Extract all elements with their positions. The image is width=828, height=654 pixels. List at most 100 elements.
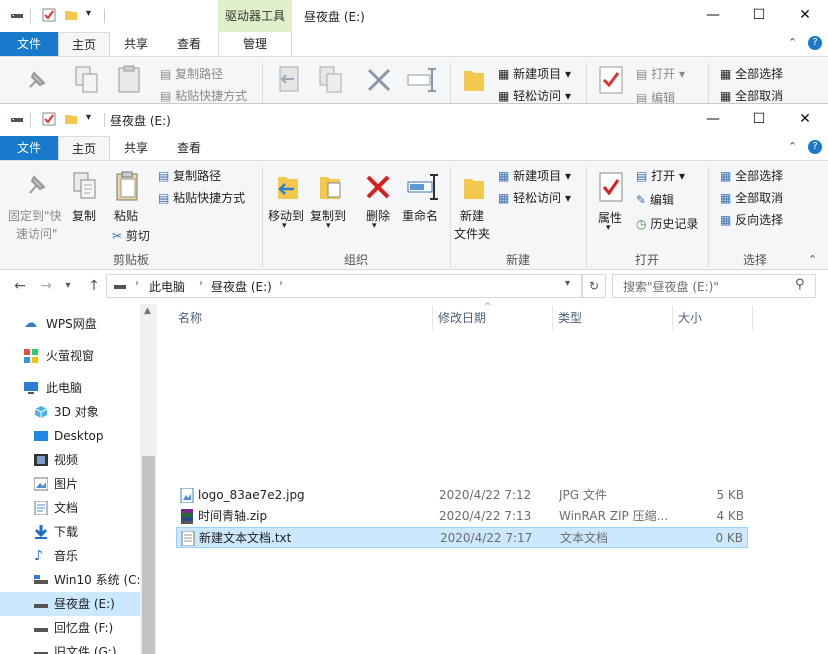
maximize-button[interactable]: ☐ [736,104,782,134]
nav-item-drive-e[interactable]: 昼夜盘 (E:) [0,592,140,616]
tab-view[interactable]: 查看 [162,136,216,160]
collapse-ribbon-icon[interactable]: ⌃ [788,140,797,153]
nav-item-music[interactable]: ♪ 音乐 [0,544,140,568]
app-grid-icon [24,349,38,363]
column-type[interactable]: 类型 [558,306,582,330]
move-to-icon [278,177,298,199]
properties-icon [599,66,623,94]
scroll-up-icon[interactable]: ▲ [144,306,151,316]
ribbon-collapse-chevron-icon[interactable]: ⌃ [808,253,817,266]
column-name[interactable]: 名称 [178,306,202,330]
delete-button[interactable]: 删除 ▾ [360,165,396,241]
edit-icon: ✎ [636,193,647,207]
tab-share[interactable]: 共享 [110,136,162,160]
zip-file-icon [181,509,193,524]
properties-button[interactable]: 属性 ▾ [592,165,630,241]
back-arrow-icon[interactable]: ← [10,272,30,300]
address-history-chevron-icon[interactable]: ▾ [565,278,570,289]
breadcrumb-this-pc[interactable]: 此电脑 [149,278,185,295]
breadcrumb-separator: › [199,278,203,289]
back-minimize-button[interactable]: — [690,0,736,30]
close-button[interactable]: ✕ [782,104,828,134]
back-tab-share[interactable]: 共享 [110,32,162,56]
file-name: 新建文本文档.txt [199,531,292,545]
back-select-all: ▦ 全部选择 [720,67,784,81]
address-bar[interactable]: › 此电脑 › 昼夜盘 (E:) › ▾ [106,274,582,298]
nav-item-pictures[interactable]: 图片 [0,472,140,496]
refresh-button[interactable]: ↻ [582,274,606,298]
nav-item-desktop[interactable]: Desktop [0,424,140,448]
back-help-icon[interactable]: ? [808,36,822,50]
file-row[interactable]: logo_83ae7e2.jpg 2020/4/22 7:12 JPG 文件 5… [176,485,748,506]
nav-item-downloads[interactable]: 下载 [0,520,140,544]
back-close-button[interactable]: ✕ [782,0,828,30]
tab-home[interactable]: 主页 [58,136,110,161]
recent-locations-chevron-icon[interactable]: ▾ [58,272,78,300]
back-tab-home[interactable]: 主页 [58,32,110,57]
paste-shortcut-icon: ▤ [158,191,170,205]
easy-access-icon: ▦ [498,191,510,205]
up-arrow-icon[interactable]: ↑ [84,272,104,300]
nav-item-wps-cloud[interactable]: ☁ WPS网盘 [0,312,140,336]
back-collapse-ribbon-icon[interactable]: ⌃ [788,36,797,49]
search-box[interactable]: 搜索"昼夜盘 (E:)" ⚲ [612,274,816,298]
group-organize-label: 组织 [343,253,368,267]
nav-item-drive-g[interactable]: 旧文件 (G:) [0,640,140,654]
search-icon[interactable]: ⚲ [795,277,805,292]
back-paste-shortcut: ▤ 粘贴快捷方式 [160,89,248,103]
nav-item-huoying[interactable]: 火萤视窗 [0,344,140,368]
drive-icon [114,285,126,289]
new-folder-button[interactable]: 新建 文件夹 [452,165,496,245]
quick-access-dropdown-icon[interactable]: ▾ [86,112,91,123]
nav-item-drive-f[interactable]: 回忆盘 (F:) [0,616,140,640]
back-tab-view[interactable]: 查看 [162,32,216,56]
forward-arrow-icon[interactable]: → [36,272,56,300]
copy-button[interactable]: 复制 [68,165,104,225]
file-row[interactable]: 新建文本文档.txt 2020/4/22 7:17 文本文档 0 KB [176,527,748,548]
new-folder-icon[interactable] [64,8,78,22]
rename-icon [407,174,438,200]
new-folder-icon[interactable] [64,112,78,126]
copy-to-icon [320,177,341,199]
file-size: 0 KB [715,531,743,545]
column-size[interactable]: 大小 [678,306,702,330]
new-item-icon: ▦ [498,169,510,183]
file-list: 名称 修改日期 ^ 类型 大小 [158,302,828,654]
file-row[interactable]: 时间青轴.zip 2020/4/22 7:13 WinRAR ZIP 压缩...… [176,506,748,527]
scrollbar-thumb[interactable] [142,456,155,654]
properties-icon[interactable] [42,112,56,126]
help-icon[interactable]: ? [808,140,822,154]
move-to-icon [279,66,299,92]
rename-button[interactable]: 重命名 [400,165,444,225]
history-icon: ◷ [636,217,647,231]
back-select-none: ▦ 全部取消 [720,89,784,103]
breadcrumb-drive-e[interactable]: 昼夜盘 (E:) [211,278,272,295]
paste-button[interactable]: 粘贴 [108,165,148,225]
move-to-button[interactable]: 移动到 ▾ [266,165,308,241]
new-folder-icon [464,179,484,199]
back-window-title: 昼夜盘 (E:) [304,10,365,24]
back-tab-file[interactable]: 文件 [0,32,58,56]
tab-file[interactable]: 文件 [0,136,58,160]
file-date: 2020/4/22 7:13 [439,509,532,523]
minimize-button[interactable]: — [690,104,736,134]
back-maximize-button[interactable]: ☐ [736,0,782,30]
navigation-pane: ☁ WPS网盘 火萤视窗 此电脑 3D 对象 Desktop 视频 图片 文档 … [0,304,158,654]
nav-item-drive-c[interactable]: Win10 系统 (C:) [0,568,145,592]
nav-item-this-pc[interactable]: 此电脑 [0,376,140,400]
ribbon: 固定到"快 速访问" 复制 粘贴 ▤ 复制路径 ▤ 粘贴快捷方式 ✂ 剪切 剪贴… [0,160,828,270]
back-tab-manage[interactable]: 管理 [218,32,292,56]
invert-selection-icon: ▦ [720,213,732,227]
properties-icon[interactable] [42,8,56,22]
back-new-item: ▦ 新建项目 ▾ [498,67,572,81]
nav-item-videos[interactable]: 视频 [0,448,140,472]
nav-item-3d-objects[interactable]: 3D 对象 [0,400,140,424]
pin-label-1: 固定到"快 [8,209,62,223]
pin-to-quick-access-button[interactable]: 固定到"快 速访问" [4,165,66,241]
search-input[interactable]: 搜索"昼夜盘 (E:)" [623,278,719,295]
quick-access-dropdown-icon[interactable]: ▾ [86,8,91,19]
nav-item-documents[interactable]: 文档 [0,496,140,520]
navigation-scrollbar[interactable]: ▲ [140,304,157,654]
copy-to-button[interactable]: 复制到 ▾ [308,165,352,241]
column-date-modified[interactable]: 修改日期 [438,306,486,330]
